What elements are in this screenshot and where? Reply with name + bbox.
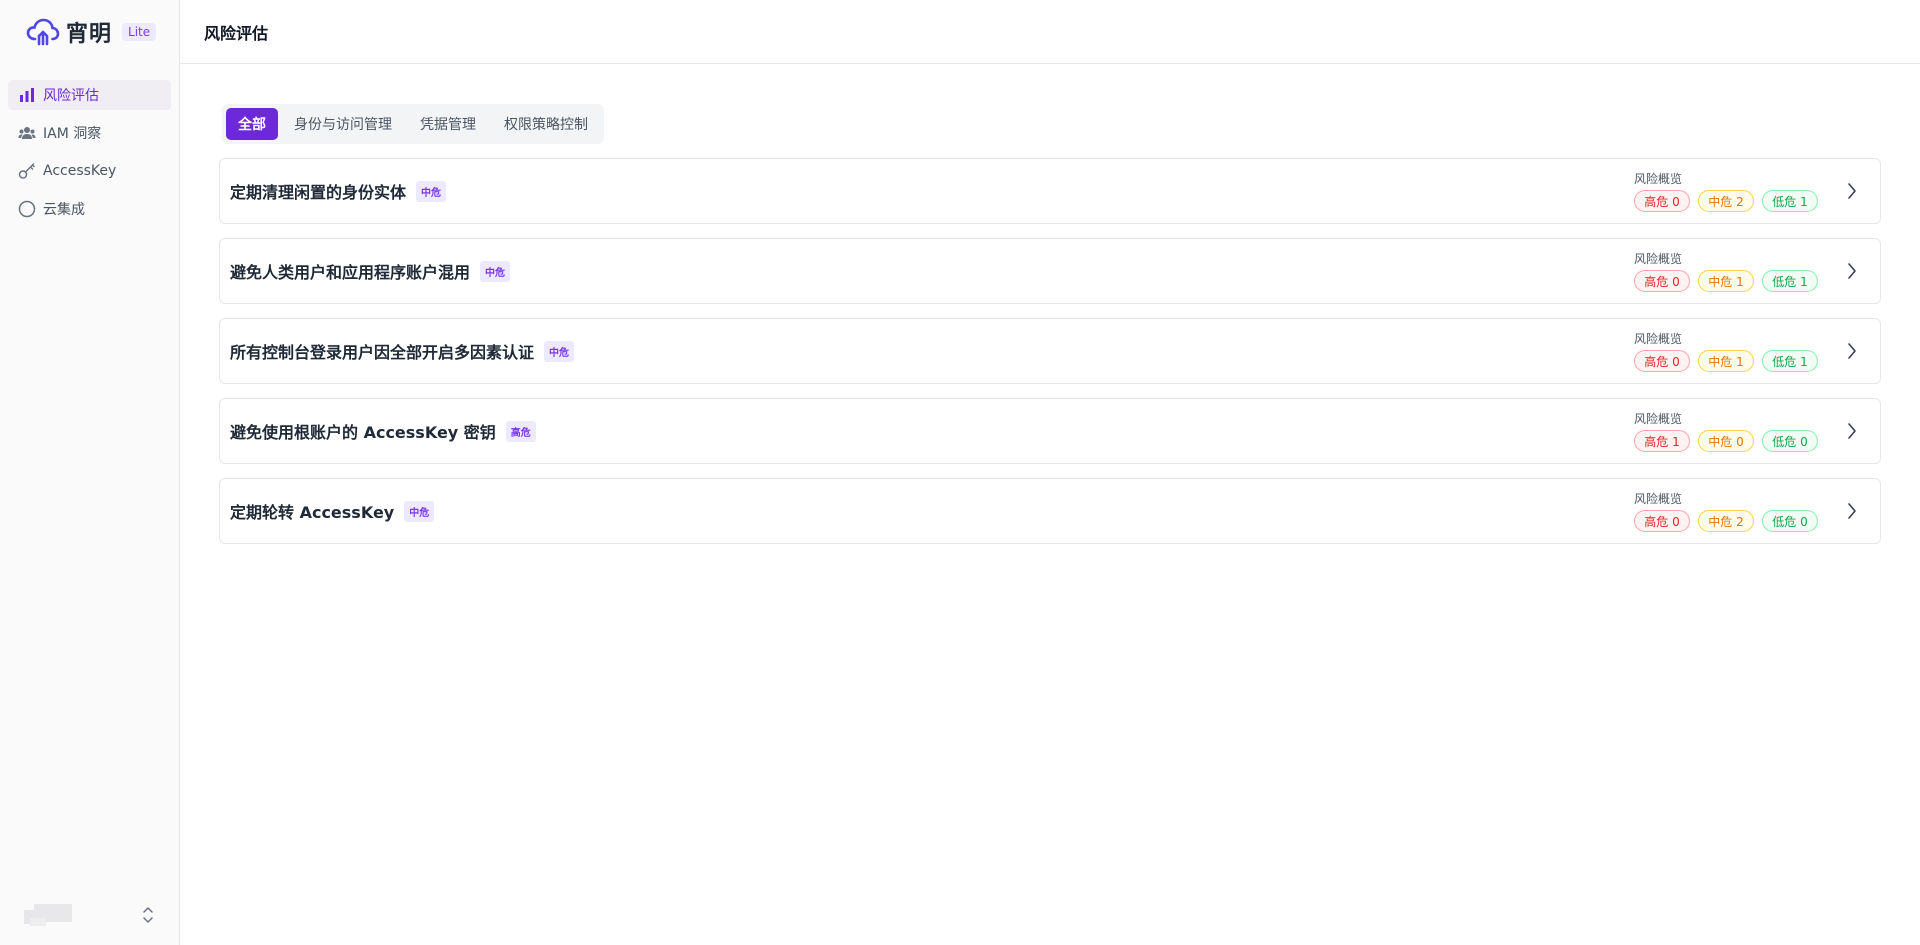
high-risk-count: 高危 0 xyxy=(1634,270,1690,292)
chevron-right-icon xyxy=(1848,343,1856,359)
key-icon xyxy=(18,162,36,180)
tab-all[interactable]: 全部 xyxy=(226,108,278,140)
filter-tabs: 全部 身份与访问管理 凭据管理 权限策略控制 xyxy=(222,104,604,144)
medium-risk-count: 中危 2 xyxy=(1698,510,1754,532)
low-risk-count: 低危 0 xyxy=(1762,510,1818,532)
risk-overview: 风险概览 高危 0 中危 1 低危 1 xyxy=(1634,250,1820,292)
chevron-right-icon xyxy=(1848,183,1856,199)
risk-card[interactable]: 避免使用根账户的 AccessKey 密钥 高危 风险概览 高危 1 中危 0 … xyxy=(219,398,1881,464)
users-icon xyxy=(18,124,36,142)
risk-overview: 风险概览 高危 0 中危 2 低危 0 xyxy=(1634,490,1820,532)
risk-card[interactable]: 避免人类用户和应用程序账户混用 中危 风险概览 高危 0 中危 1 低危 1 xyxy=(219,238,1881,304)
app-root: 宵明 Lite 风险评估 IAM 洞察 AccessKey 云集成 风险评估 全… xyxy=(0,0,1920,945)
risk-overview: 风险概览 高危 0 中危 1 低危 1 xyxy=(1634,330,1820,372)
risk-overview: 风险概览 高危 0 中危 2 低危 1 xyxy=(1634,170,1820,212)
medium-risk-count: 中危 1 xyxy=(1698,270,1754,292)
avatar xyxy=(24,904,72,926)
overview-label: 风险概览 xyxy=(1634,412,1683,426)
risk-card[interactable]: 所有控制台登录用户因全部开启多因素认证 中危 风险概览 高危 0 中危 1 低危… xyxy=(219,318,1881,384)
risk-overview: 风险概览 高危 1 中危 0 低危 0 xyxy=(1634,410,1820,452)
cloud-logo-icon xyxy=(26,18,60,46)
risk-level-tag: 中危 xyxy=(416,180,447,202)
sidebar: 宵明 Lite 风险评估 IAM 洞察 AccessKey 云集成 xyxy=(0,0,180,945)
chevron-up-down-icon xyxy=(143,907,153,923)
content: 全部 身份与访问管理 凭据管理 权限策略控制 定期清理闲置的身份实体 中危 风险… xyxy=(180,64,1920,544)
sidebar-item-risk-assessment[interactable]: 风险评估 xyxy=(8,80,171,110)
risk-title: 避免使用根账户的 AccessKey 密钥 xyxy=(230,423,496,442)
logo-text: 宵明 xyxy=(66,22,113,47)
chevron-right-icon xyxy=(1848,263,1856,279)
risk-level-tag: 中危 xyxy=(480,260,511,282)
medium-risk-count: 中危 1 xyxy=(1698,350,1754,372)
main-area: 风险评估 全部 身份与访问管理 凭据管理 权限策略控制 定期清理闲置的身份实体 … xyxy=(180,0,1920,945)
sidebar-item-label: IAM 洞察 xyxy=(43,126,102,142)
overview-label: 风险概览 xyxy=(1634,332,1683,346)
risk-list: 定期清理闲置的身份实体 中危 风险概览 高危 0 中危 2 低危 1 避免人类用… xyxy=(219,158,1881,544)
low-risk-count: 低危 1 xyxy=(1762,270,1818,292)
tab-identity-access[interactable]: 身份与访问管理 xyxy=(282,108,404,140)
chevron-right-icon xyxy=(1848,503,1856,519)
risk-title: 定期轮转 AccessKey xyxy=(230,503,395,522)
high-risk-count: 高危 0 xyxy=(1634,510,1690,532)
sidebar-item-label: 云集成 xyxy=(43,202,85,218)
sidebar-item-cloud-integration[interactable]: 云集成 xyxy=(8,194,171,224)
page-title: 风险评估 xyxy=(180,0,1920,64)
risk-level-tag: 中危 xyxy=(544,340,575,362)
risk-card[interactable]: 定期轮转 AccessKey 中危 风险概览 高危 0 中危 2 低危 0 xyxy=(219,478,1881,544)
chevron-right-icon xyxy=(1848,423,1856,439)
risk-level-tag: 中危 xyxy=(404,500,435,522)
high-risk-count: 高危 0 xyxy=(1634,350,1690,372)
overview-label: 风险概览 xyxy=(1634,172,1683,186)
sidebar-nav: 风险评估 IAM 洞察 AccessKey 云集成 xyxy=(0,64,179,224)
overview-label: 风险概览 xyxy=(1634,492,1683,506)
low-risk-count: 低危 0 xyxy=(1762,430,1818,452)
sidebar-item-label: 风险评估 xyxy=(43,88,99,104)
edition-badge: Lite xyxy=(122,23,157,41)
sidebar-item-iam-insight[interactable]: IAM 洞察 xyxy=(8,118,171,148)
risk-card[interactable]: 定期清理闲置的身份实体 中危 风险概览 高危 0 中危 2 低危 1 xyxy=(219,158,1881,224)
tab-credential-management[interactable]: 凭据管理 xyxy=(408,108,488,140)
circle-icon xyxy=(18,200,36,218)
tab-policy-control[interactable]: 权限策略控制 xyxy=(492,108,600,140)
high-risk-count: 高危 1 xyxy=(1634,430,1690,452)
medium-risk-count: 中危 0 xyxy=(1698,430,1754,452)
risk-level-tag: 高危 xyxy=(505,420,536,442)
sidebar-item-accesskey[interactable]: AccessKey xyxy=(8,156,171,186)
risk-title: 定期清理闲置的身份实体 xyxy=(230,183,407,202)
risk-title: 避免人类用户和应用程序账户混用 xyxy=(230,263,471,282)
medium-risk-count: 中危 2 xyxy=(1698,190,1754,212)
user-menu[interactable] xyxy=(0,895,180,935)
bar-chart-icon xyxy=(18,86,36,104)
logo[interactable]: 宵明 Lite xyxy=(0,0,179,64)
sidebar-item-label: AccessKey xyxy=(43,163,117,179)
low-risk-count: 低危 1 xyxy=(1762,190,1818,212)
low-risk-count: 低危 1 xyxy=(1762,350,1818,372)
high-risk-count: 高危 0 xyxy=(1634,190,1690,212)
risk-title: 所有控制台登录用户因全部开启多因素认证 xyxy=(230,343,535,362)
overview-label: 风险概览 xyxy=(1634,252,1683,266)
